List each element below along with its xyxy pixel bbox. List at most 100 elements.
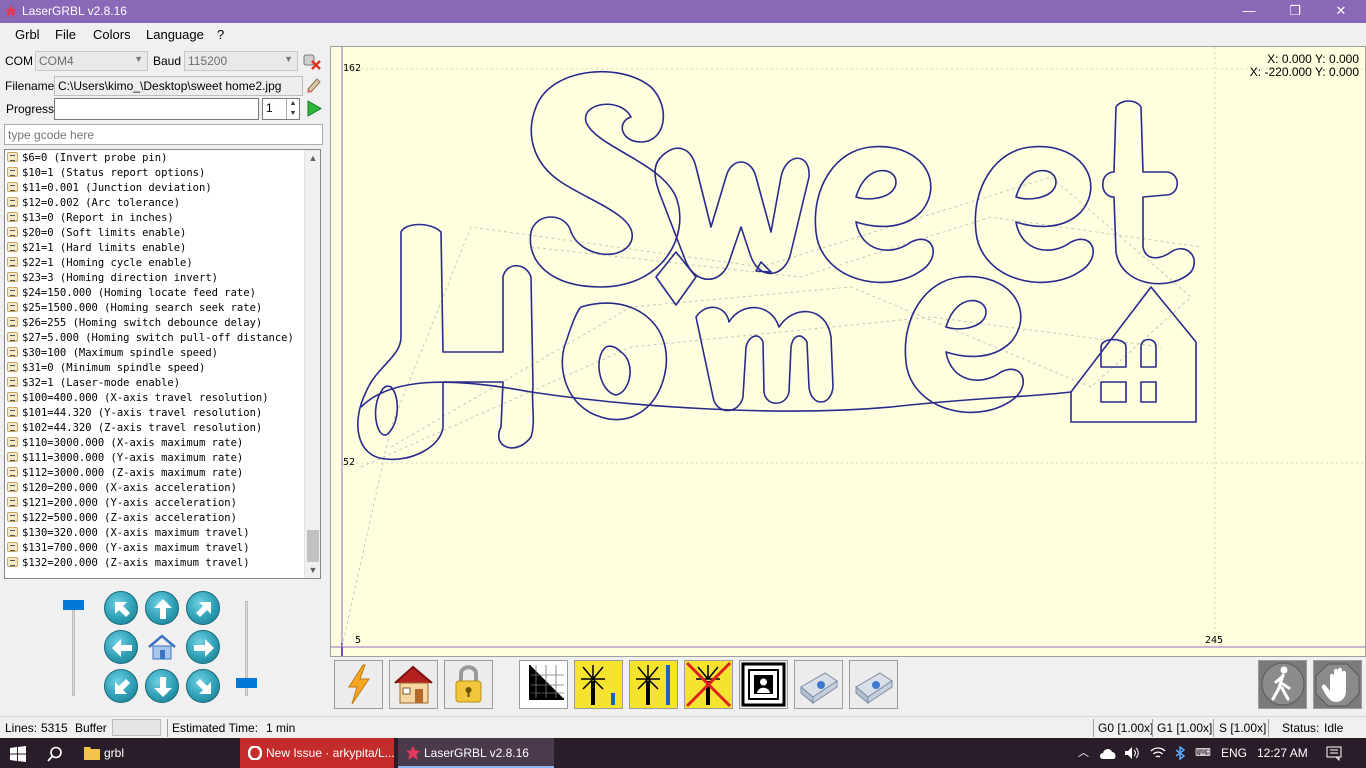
jog-down-right-button[interactable] [186,669,220,703]
g1-override[interactable]: G1 [1.00x] [1157,721,1212,735]
windows-start-icon[interactable] [10,746,26,762]
minimize-button[interactable]: — [1226,0,1272,23]
cloud-icon[interactable] [1099,747,1117,760]
input-method-icon[interactable]: ⌨ [1195,738,1211,768]
scroll-down-icon[interactable]: ▼ [305,562,320,578]
jog-up-button[interactable] [145,591,179,625]
set-origin-button[interactable]: 0,0 [519,660,568,709]
clock[interactable]: 12:27 AM [1257,738,1308,768]
custom-button-2[interactable] [849,660,898,709]
console-line: $122=500.000 (Z-axis acceleration) [7,511,237,526]
stepper-arrows-icon[interactable]: ▲ ▼ [286,99,299,119]
taskbar-item-grbl[interactable]: grbl [78,738,236,768]
gcode-input[interactable] [4,124,323,145]
speed-slider-thumb[interactable] [63,600,84,610]
language-indicator[interactable]: ENG [1221,738,1247,768]
connect-button[interactable] [334,660,383,709]
disconnect-icon[interactable] [302,51,322,71]
message-icon [7,152,18,162]
copies-stepper[interactable]: 1 ▲ ▼ [262,98,300,120]
jog-up-left-button[interactable] [104,591,138,625]
console-line-text: $111=3000.000 (Y-axis maximum rate) [22,452,244,464]
padlock-icon [455,665,482,703]
frame-button[interactable] [739,660,788,709]
g0-override[interactable]: G0 [1.00x] [1098,721,1153,735]
message-icon [7,332,18,342]
console-line: $100=400.000 (X-axis travel resolution) [7,391,269,406]
step-slider-thumb[interactable] [236,678,257,688]
home-icon[interactable] [145,630,179,664]
scroll-up-icon[interactable]: ▲ [305,150,320,166]
arrow-left-icon [112,639,132,657]
laser-off-button[interactable] [684,660,733,709]
laser-burst-icon [581,665,615,705]
jog-up-right-button[interactable] [186,591,220,625]
message-icon [7,557,18,567]
taskbar-item-browser[interactable]: New Issue · arkypita/L... [240,738,395,768]
laser-disabled-icon [685,661,732,708]
message-icon [7,167,18,177]
menu-grbl[interactable]: Grbl [15,27,40,42]
unlock-button[interactable] [444,660,493,709]
message-icon [7,272,18,282]
arrow-up-left-icon [115,602,130,617]
message-icon [7,482,18,492]
lines-value: 5315 [41,721,68,735]
notifications-icon[interactable] [1326,746,1342,761]
baud-select[interactable]: 115200 ▼ [184,51,298,71]
console-line: $121=200.000 (Y-axis acceleration) [7,496,237,511]
jog-right-button[interactable] [186,630,220,664]
filename-field[interactable]: C:\Users\kimo_\Desktop\sweet home2.jpg [54,76,303,96]
close-button[interactable]: ✕ [1318,0,1364,23]
jog-left-button[interactable] [104,630,138,664]
jog-down-button[interactable] [145,669,179,703]
open-file-icon[interactable] [305,76,323,94]
message-icon [7,512,18,522]
message-icon [7,407,18,417]
console-scrollbar[interactable]: ▲ ▼ [304,150,320,578]
wifi-icon[interactable] [1150,746,1166,760]
console-log[interactable]: $6=0 (Invert probe pin) $10=1 (Status rep… [4,149,321,579]
laser-focus-button[interactable] [574,660,623,709]
custom-button-1[interactable] [794,660,843,709]
com-select[interactable]: COM4 ▼ [35,51,148,71]
console-line-text: $6=0 (Invert probe pin) [22,152,168,164]
s-override[interactable]: S [1.00x] [1219,721,1266,735]
console-line-text: $101=44.320 (Y-axis travel resolution) [22,407,263,419]
menu-colors[interactable]: Colors [93,27,131,42]
reset-button[interactable] [1313,660,1362,709]
menu-help[interactable]: ? [217,27,224,42]
console-line: $21=1 (Hard limits enable) [7,241,186,256]
status-bar: Lines: 5315 Buffer Estimated Time: 1 min… [0,716,1366,738]
console-line-text: $130=320.000 (X-axis maximum travel) [22,527,250,539]
run-icon[interactable] [306,100,322,117]
scroll-thumb[interactable] [307,530,319,562]
message-icon [7,422,18,432]
chevron-up-icon[interactable]: ︿ [1078,738,1089,768]
feed-hold-button[interactable] [1258,660,1307,709]
laser-beam-icon [636,665,670,705]
status-value: Idle [1324,721,1344,735]
volume-icon[interactable] [1124,746,1140,760]
message-icon [7,377,18,387]
laser-on-button[interactable] [629,660,678,709]
console-line-text: $121=200.000 (Y-axis acceleration) [22,497,237,509]
menu-language[interactable]: Language [146,27,204,42]
console-line: $110=3000.000 (X-axis maximum rate) [7,436,243,451]
console-line-text: $31=0 (Minimum spindle speed) [22,362,206,374]
restore-button[interactable]: ❐ [1272,0,1318,23]
taskbar: grbl New Issue · arkypita/L... LaserGRBL… [0,738,1366,768]
search-icon[interactable] [47,746,63,762]
menu-file[interactable]: File [55,27,76,42]
bluetooth-icon[interactable] [1174,746,1186,760]
homing-button[interactable] [389,660,438,709]
taskbar-item-lasergrbl[interactable]: LaserGRBL v2.8.16 [398,738,554,768]
console-line: $112=3000.000 (Z-axis maximum rate) [7,466,243,481]
estimated-time-value: 1 min [266,721,296,735]
console-line: $120=200.000 (X-axis acceleration) [7,481,237,496]
preview-canvas[interactable]: X: 0.000 Y: 0.000 X: -220.000 Y: 0.000 1… [330,46,1366,657]
console-line: $13=0 (Report in inches) [7,211,174,226]
speed-slider-track[interactable] [72,601,75,696]
com-value: COM4 [39,54,74,68]
jog-down-left-button[interactable] [104,669,138,703]
